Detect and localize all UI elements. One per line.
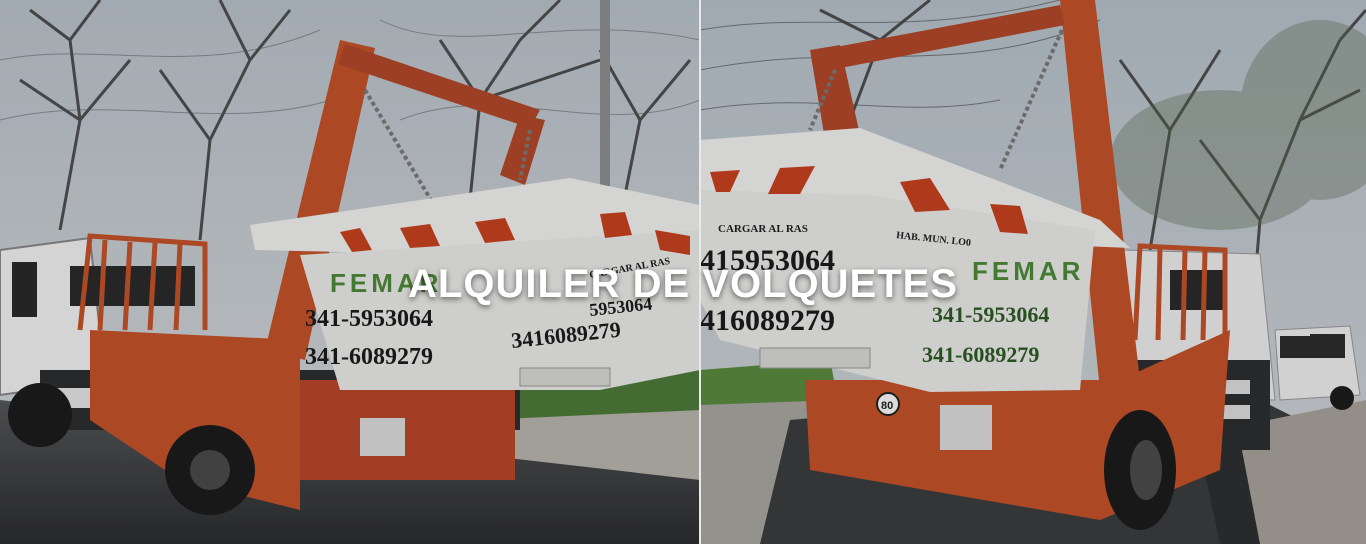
hero-title: ALQUILER DE VOLQUETES xyxy=(408,262,958,306)
hero-banner: FEMAR 341-5953064 341-6089279 3416089279… xyxy=(0,0,1366,544)
